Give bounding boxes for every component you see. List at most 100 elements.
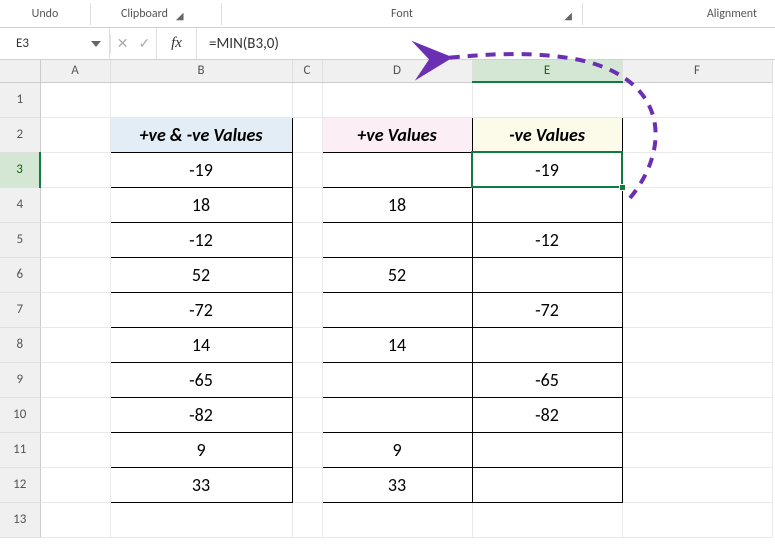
cell-D10[interactable] bbox=[322, 397, 472, 432]
col-header-A[interactable]: A bbox=[40, 60, 110, 82]
cell-D9[interactable] bbox=[322, 362, 472, 397]
cell[interactable] bbox=[40, 222, 110, 257]
cell-E6[interactable] bbox=[472, 257, 622, 292]
ribbon-font[interactable]: Font ◢ bbox=[222, 0, 582, 27]
cell-E10[interactable]: -82 bbox=[472, 397, 622, 432]
cell-B12[interactable]: 33 bbox=[110, 467, 292, 502]
formula-input[interactable]: =MIN(B3,0) bbox=[197, 35, 775, 53]
row-header-12[interactable]: 12 bbox=[0, 467, 40, 502]
cell[interactable] bbox=[40, 292, 110, 327]
cell[interactable] bbox=[622, 292, 772, 327]
cell[interactable] bbox=[40, 257, 110, 292]
name-box[interactable]: E3 bbox=[0, 28, 110, 59]
cell[interactable] bbox=[292, 187, 322, 222]
cell-D6[interactable]: 52 bbox=[322, 257, 472, 292]
cell[interactable] bbox=[622, 327, 772, 362]
row-header-6[interactable]: 6 bbox=[0, 257, 40, 292]
row-header-10[interactable]: 10 bbox=[0, 397, 40, 432]
cell-B4[interactable]: 18 bbox=[110, 187, 292, 222]
row-header-7[interactable]: 7 bbox=[0, 292, 40, 327]
cell[interactable] bbox=[40, 397, 110, 432]
cell[interactable] bbox=[322, 502, 472, 537]
chevron-down-icon[interactable] bbox=[91, 41, 101, 47]
cell[interactable] bbox=[622, 117, 772, 152]
cell[interactable] bbox=[40, 502, 110, 537]
row-header-1[interactable]: 1 bbox=[0, 82, 40, 117]
cell[interactable] bbox=[622, 257, 772, 292]
header-cell-E2[interactable]: -ve Values bbox=[472, 117, 622, 152]
cell[interactable] bbox=[322, 82, 472, 117]
cell-E3[interactable]: -19 bbox=[472, 152, 622, 187]
cell[interactable] bbox=[622, 82, 772, 117]
cell[interactable] bbox=[292, 152, 322, 187]
cell-D7[interactable] bbox=[322, 292, 472, 327]
cell[interactable] bbox=[622, 502, 772, 537]
worksheet-grid[interactable]: A B C D E F 1 2+ve & -ve Values+ve Value… bbox=[0, 60, 775, 538]
col-header-D[interactable]: D bbox=[322, 60, 472, 82]
cell[interactable] bbox=[292, 397, 322, 432]
row-header-13[interactable]: 13 bbox=[0, 502, 40, 537]
cell[interactable] bbox=[292, 222, 322, 257]
cell[interactable] bbox=[622, 467, 772, 502]
cell[interactable] bbox=[622, 362, 772, 397]
cell-D5[interactable] bbox=[322, 222, 472, 257]
cell[interactable] bbox=[292, 432, 322, 467]
row-header-5[interactable]: 5 bbox=[0, 222, 40, 257]
dialog-launcher-icon[interactable]: ◢ bbox=[176, 9, 184, 22]
cell[interactable] bbox=[292, 82, 322, 117]
col-header-E[interactable]: E bbox=[472, 60, 622, 82]
cell[interactable] bbox=[40, 432, 110, 467]
header-cell-D2[interactable]: +ve Values bbox=[322, 117, 472, 152]
cell-B9[interactable]: -65 bbox=[110, 362, 292, 397]
cell[interactable] bbox=[40, 117, 110, 152]
cell-B7[interactable]: -72 bbox=[110, 292, 292, 327]
cell[interactable] bbox=[292, 292, 322, 327]
row-header-9[interactable]: 9 bbox=[0, 362, 40, 397]
cell[interactable] bbox=[622, 432, 772, 467]
col-header-B[interactable]: B bbox=[110, 60, 292, 82]
cell[interactable] bbox=[472, 502, 622, 537]
row-header-3[interactable]: 3 bbox=[0, 152, 40, 187]
cell-E12[interactable] bbox=[472, 467, 622, 502]
enter-icon[interactable]: ✓ bbox=[139, 35, 151, 52]
cell-E4[interactable] bbox=[472, 187, 622, 222]
cell-B10[interactable]: -82 bbox=[110, 397, 292, 432]
cell-D11[interactable]: 9 bbox=[322, 432, 472, 467]
cell[interactable] bbox=[40, 82, 110, 117]
ribbon-undo[interactable]: Undo bbox=[0, 0, 90, 27]
cell-B3[interactable]: -19 bbox=[110, 152, 292, 187]
cell[interactable] bbox=[110, 82, 292, 117]
ribbon-clipboard[interactable]: Clipboard ◢ bbox=[91, 0, 221, 27]
ribbon-alignment[interactable]: Alignment bbox=[583, 0, 775, 27]
cell[interactable] bbox=[292, 327, 322, 362]
cell[interactable] bbox=[40, 362, 110, 397]
cell-E9[interactable]: -65 bbox=[472, 362, 622, 397]
cell[interactable] bbox=[292, 117, 322, 152]
cell[interactable] bbox=[292, 257, 322, 292]
cell-B5[interactable]: -12 bbox=[110, 222, 292, 257]
cell[interactable] bbox=[622, 222, 772, 257]
cell-D4[interactable]: 18 bbox=[322, 187, 472, 222]
cell[interactable] bbox=[292, 362, 322, 397]
cell-B6[interactable]: 52 bbox=[110, 257, 292, 292]
cell[interactable] bbox=[622, 152, 772, 187]
cell-D3[interactable] bbox=[322, 152, 472, 187]
cell-E11[interactable] bbox=[472, 432, 622, 467]
dialog-launcher-icon[interactable]: ◢ bbox=[564, 9, 572, 22]
cell[interactable] bbox=[40, 327, 110, 362]
col-header-C[interactable]: C bbox=[292, 60, 322, 82]
cell[interactable] bbox=[110, 502, 292, 537]
cancel-icon[interactable]: ✕ bbox=[117, 35, 129, 52]
cell[interactable] bbox=[472, 82, 622, 117]
header-cell-B2[interactable]: +ve & -ve Values bbox=[110, 117, 292, 152]
row-header-4[interactable]: 4 bbox=[0, 187, 40, 222]
cell-E5[interactable]: -12 bbox=[472, 222, 622, 257]
cell[interactable] bbox=[292, 467, 322, 502]
cell[interactable] bbox=[40, 152, 110, 187]
cell-D8[interactable]: 14 bbox=[322, 327, 472, 362]
cell[interactable] bbox=[292, 502, 322, 537]
cell-B11[interactable]: 9 bbox=[110, 432, 292, 467]
row-header-2[interactable]: 2 bbox=[0, 117, 40, 152]
cell-D12[interactable]: 33 bbox=[322, 467, 472, 502]
cell[interactable] bbox=[622, 187, 772, 222]
